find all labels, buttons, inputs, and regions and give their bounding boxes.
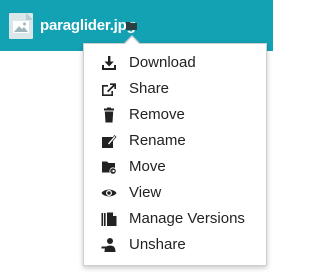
menu-item-label: Move [129, 158, 166, 175]
menu-item-label: Remove [129, 106, 185, 123]
rename-icon [102, 135, 117, 148]
menu-item-rename[interactable]: Rename [84, 128, 266, 154]
unshare-icon [101, 238, 116, 252]
menu-item-remove[interactable]: Remove [84, 102, 266, 128]
menu-item-manage-versions[interactable]: Manage Versions [84, 206, 266, 232]
image-file-icon [9, 13, 33, 39]
folder-icon [126, 22, 137, 30]
menu-item-unshare[interactable]: Unshare [84, 232, 266, 258]
menu-item-download[interactable]: Download [84, 50, 266, 76]
menu-item-label: Manage Versions [129, 210, 245, 227]
menu-item-label: Unshare [129, 236, 186, 253]
download-icon [102, 56, 116, 70]
versions-icon [101, 212, 117, 226]
menu-item-label: Download [129, 54, 196, 71]
eye-icon [101, 189, 117, 197]
menu-item-move[interactable]: Move [84, 154, 266, 180]
menu-item-view[interactable]: View [84, 180, 266, 206]
menu-item-label: View [129, 184, 162, 201]
trash-icon [104, 107, 114, 123]
menu-item-share[interactable]: Share [84, 76, 266, 102]
file-context-menu: Download Share Remove Rename Move View M… [83, 43, 267, 266]
menu-caret [124, 37, 140, 45]
menu-item-label: Rename [129, 132, 186, 149]
menu-item-label: Share [129, 80, 170, 97]
move-folder-icon [102, 161, 117, 175]
share-icon [102, 83, 116, 96]
file-name[interactable]: paraglider.jpg [40, 16, 136, 36]
